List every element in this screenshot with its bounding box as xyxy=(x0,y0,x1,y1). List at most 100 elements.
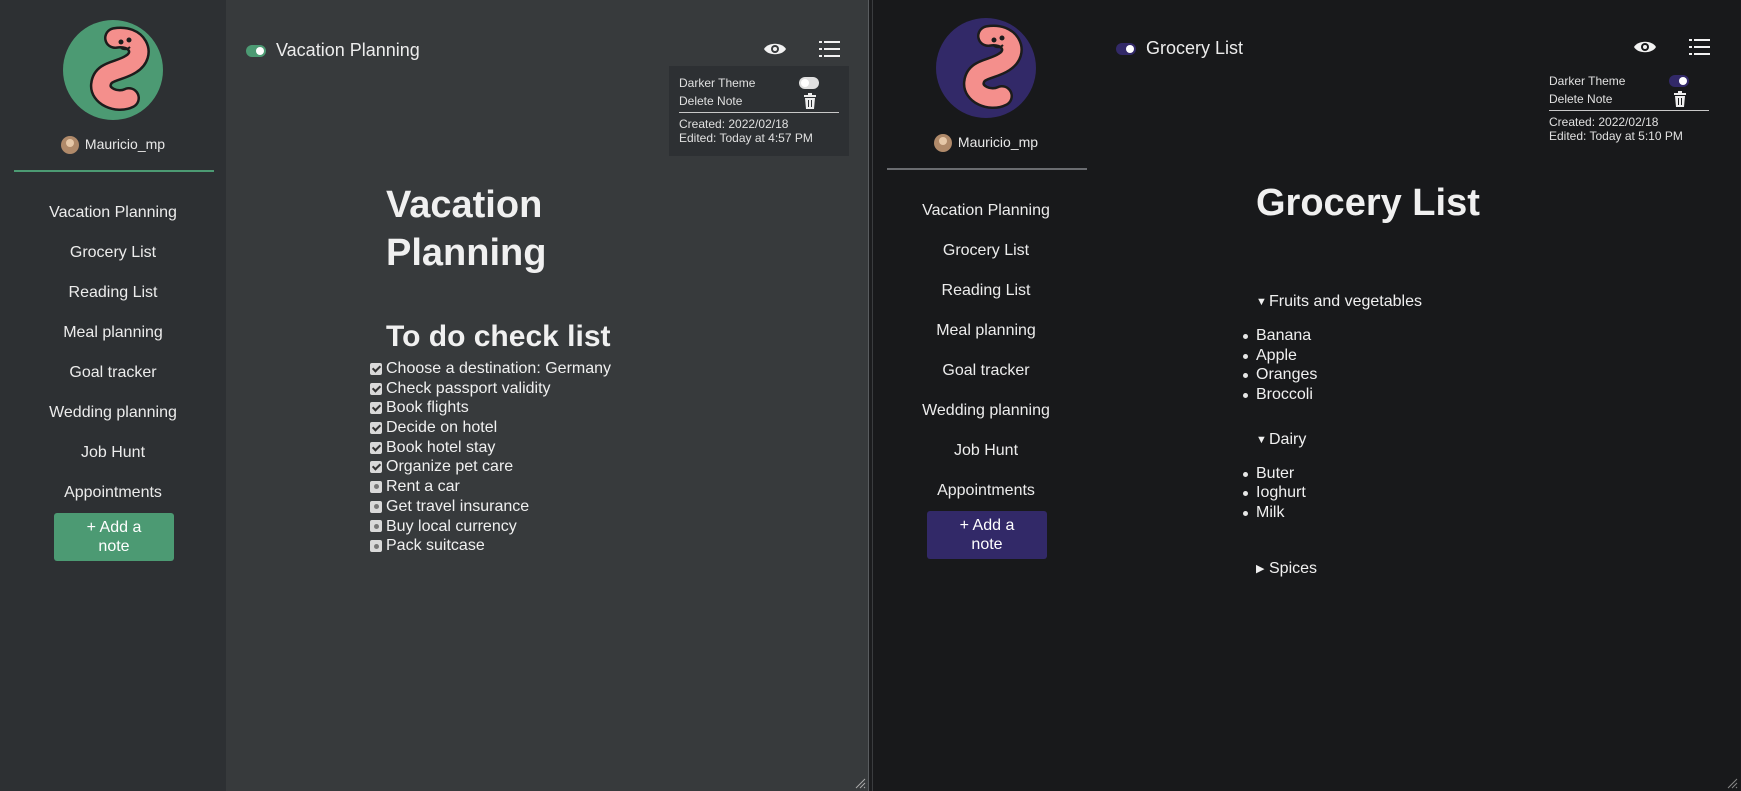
add-note-button[interactable]: + Add a note xyxy=(927,511,1047,559)
edited-date: Edited: Today at 5:10 PM xyxy=(1549,129,1683,143)
list-item: Buter xyxy=(1243,464,1480,484)
nav-item-job-hunt[interactable]: Job Hunt xyxy=(873,431,1099,471)
nav-item-goal-tracker[interactable]: Goal tracker xyxy=(0,353,226,393)
darker-theme-toggle[interactable] xyxy=(1669,75,1689,87)
nav-item-appointments[interactable]: Appointments xyxy=(0,473,226,513)
section-toggle[interactable]: ▼ Fruits and vegetables xyxy=(1256,292,1480,312)
list-icon[interactable] xyxy=(817,38,843,60)
add-note-label-1: + Add a xyxy=(959,517,1015,534)
resize-handle-icon[interactable] xyxy=(1726,777,1738,789)
user-avatar xyxy=(933,134,952,153)
darker-theme-label: Darker Theme xyxy=(679,76,756,90)
note-options-menu: Darker Theme Delete Note Created: 2022/0… xyxy=(669,66,849,156)
edited-date: Edited: Today at 4:57 PM xyxy=(679,131,813,145)
section-toggle[interactable]: ▶ Spices xyxy=(1256,559,1480,579)
checklist-item-label: Get travel insurance xyxy=(386,497,530,515)
checklist-item-label: Choose a destination: Germany xyxy=(386,360,612,377)
section-dairy: ▼ Dairy Buter Ioghurt Milk xyxy=(1243,430,1480,523)
user-label: Mauricio_mp xyxy=(873,134,1099,153)
checkbox[interactable] xyxy=(370,441,382,454)
delete-note-row[interactable]: Delete Note xyxy=(1549,90,1709,108)
checklist-item: Check passport validity xyxy=(370,379,611,399)
triangle-down-icon: ▼ xyxy=(1256,296,1267,308)
note-list: Vacation Planning Grocery List Reading L… xyxy=(0,193,226,513)
checklist-item: Rent a car xyxy=(370,477,611,497)
checkbox[interactable] xyxy=(370,461,382,474)
note-content[interactable]: Vacation Planning To do check list Choos… xyxy=(370,181,612,556)
checklist-item-label: Organize pet care xyxy=(386,458,514,476)
eye-icon[interactable] xyxy=(1632,36,1658,58)
checklist-item: Get travel insurance xyxy=(370,497,611,517)
checklist-item: Book hotel stay xyxy=(370,438,611,458)
darker-theme-toggle[interactable] xyxy=(799,77,819,89)
username: Mauricio_mp xyxy=(84,136,166,152)
checklist-item: Decide on hotel xyxy=(370,418,611,438)
nav-item-reading-list[interactable]: Reading List xyxy=(0,273,226,313)
resize-handle-icon[interactable] xyxy=(854,777,866,789)
checkbox[interactable] xyxy=(370,402,382,415)
theme-toggle-icon[interactable] xyxy=(246,44,266,57)
list-icon[interactable] xyxy=(1687,36,1713,58)
note-content[interactable]: Grocery List ▼ Fruits and vegetables Bana… xyxy=(1243,179,1480,579)
todo-checklist: Choose a destination: Germany Check pass… xyxy=(370,359,612,556)
add-note-label-2: note xyxy=(971,536,1003,553)
darker-theme-row[interactable]: Darker Theme xyxy=(679,74,839,92)
checklist-item-label: Check passport validity xyxy=(386,379,551,397)
nav-item-grocery-list[interactable]: Grocery List xyxy=(0,233,226,273)
note-window-right: Mauricio_mp Vacation Planning Grocery Li… xyxy=(872,0,1740,791)
user-avatar xyxy=(60,136,79,155)
note-heading: Vacation Planning xyxy=(386,181,611,277)
checklist-item-label: Buy local currency xyxy=(386,517,517,535)
checkbox[interactable] xyxy=(370,421,382,434)
checkbox[interactable] xyxy=(370,480,382,493)
app-logo-worm xyxy=(63,20,163,120)
list-item: Banana xyxy=(1243,326,1480,346)
list-item: Apple xyxy=(1243,346,1480,366)
nav-item-goal-tracker[interactable]: Goal tracker xyxy=(873,351,1099,391)
trash-icon[interactable] xyxy=(1673,91,1687,107)
note-heading-line-2: Planning xyxy=(386,232,547,274)
sidebar: Mauricio_mp Vacation Planning Grocery Li… xyxy=(873,0,1099,791)
nav-item-job-hunt[interactable]: Job Hunt xyxy=(0,433,226,473)
note-title: Vacation Planning xyxy=(276,40,420,60)
checkbox[interactable] xyxy=(370,540,382,553)
nav-item-meal-planning[interactable]: Meal planning xyxy=(873,311,1099,351)
checklist-item: Book flights xyxy=(370,398,611,418)
checklist-item-label: Decide on hotel xyxy=(386,419,498,437)
trash-icon[interactable] xyxy=(803,93,817,109)
nav-item-wedding-planning[interactable]: Wedding planning xyxy=(0,393,226,433)
checklist-item: Pack suitcase xyxy=(370,536,611,556)
note-window-left: Mauricio_mp Vacation Planning Grocery Li… xyxy=(0,0,869,791)
section-toggle[interactable]: ▼ Dairy xyxy=(1256,430,1480,450)
add-note-label-1: + Add a xyxy=(86,519,142,536)
section-label: Fruits and vegetables xyxy=(1269,293,1422,310)
checkbox[interactable] xyxy=(370,362,382,375)
menu-divider xyxy=(1549,110,1709,111)
darker-theme-label: Darker Theme xyxy=(1549,74,1626,88)
theme-toggle-icon[interactable] xyxy=(1116,42,1136,55)
eye-icon[interactable] xyxy=(762,38,788,60)
nav-item-meal-planning[interactable]: Meal planning xyxy=(0,313,226,353)
note-list: Vacation Planning Grocery List Reading L… xyxy=(873,191,1099,511)
nav-item-vacation-planning[interactable]: Vacation Planning xyxy=(873,191,1099,231)
checklist-item-label: Book hotel stay xyxy=(386,438,496,456)
darker-theme-row[interactable]: Darker Theme xyxy=(1549,72,1709,90)
delete-note-label: Delete Note xyxy=(1549,92,1613,106)
nav-item-vacation-planning[interactable]: Vacation Planning xyxy=(0,193,226,233)
sidebar-divider xyxy=(14,170,214,172)
delete-note-row[interactable]: Delete Note xyxy=(679,92,839,110)
created-date: Created: 2022/02/18 xyxy=(679,117,789,131)
note-title: Grocery List xyxy=(1146,38,1244,58)
checklist-item-label: Rent a car xyxy=(386,478,460,496)
add-note-button[interactable]: + Add a note xyxy=(54,513,174,561)
checkbox[interactable] xyxy=(370,382,382,395)
nav-item-grocery-list[interactable]: Grocery List xyxy=(873,231,1099,271)
nav-item-reading-list[interactable]: Reading List xyxy=(873,271,1099,311)
section-fruits: ▼ Fruits and vegetables Banana Apple Oran… xyxy=(1243,292,1480,405)
nav-item-wedding-planning[interactable]: Wedding planning xyxy=(873,391,1099,431)
nav-item-appointments[interactable]: Appointments xyxy=(873,471,1099,511)
checkbox[interactable] xyxy=(370,500,382,513)
add-note-label-2: note xyxy=(98,538,130,555)
checkbox[interactable] xyxy=(370,520,382,533)
item-list: Banana Apple Oranges Broccoli xyxy=(1243,326,1480,405)
